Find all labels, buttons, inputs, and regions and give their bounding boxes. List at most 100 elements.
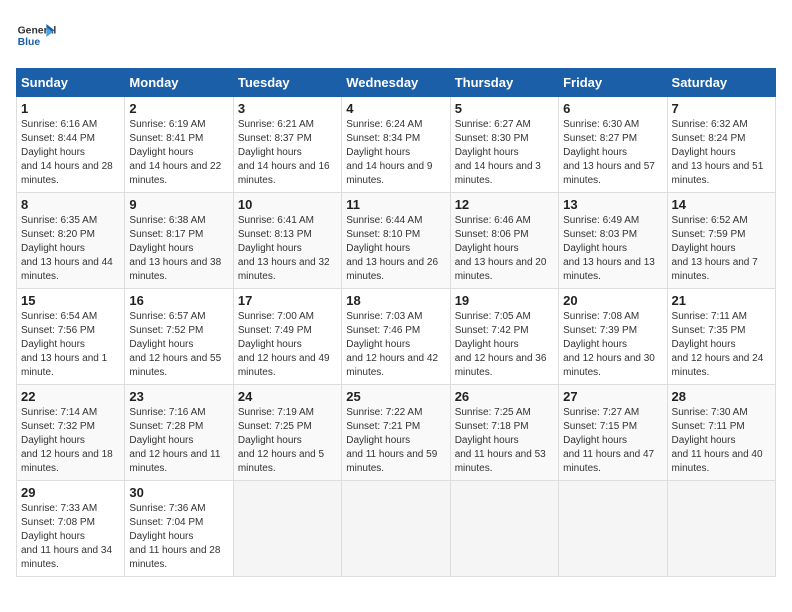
col-header-thursday: Thursday xyxy=(450,69,558,97)
day-info: Sunrise: 6:54 AMSunset: 7:56 PMDaylight … xyxy=(21,310,120,380)
day-number: 23 xyxy=(129,389,228,404)
day-number: 26 xyxy=(455,389,554,404)
day-number: 22 xyxy=(21,389,120,404)
calendar-cell: 25 Sunrise: 7:22 AMSunset: 7:21 PMDaylig… xyxy=(342,385,450,481)
day-number: 1 xyxy=(21,101,120,116)
col-header-sunday: Sunday xyxy=(17,69,125,97)
calendar-cell: 21 Sunrise: 7:11 AMSunset: 7:35 PMDaylig… xyxy=(667,289,775,385)
day-number: 19 xyxy=(455,293,554,308)
calendar-cell: 27 Sunrise: 7:27 AMSunset: 7:15 PMDaylig… xyxy=(559,385,667,481)
calendar-cell: 20 Sunrise: 7:08 AMSunset: 7:39 PMDaylig… xyxy=(559,289,667,385)
day-number: 27 xyxy=(563,389,662,404)
day-info: Sunrise: 7:19 AMSunset: 7:25 PMDaylight … xyxy=(238,406,337,476)
day-number: 5 xyxy=(455,101,554,116)
calendar-cell: 6 Sunrise: 6:30 AMSunset: 8:27 PMDayligh… xyxy=(559,97,667,193)
day-info: Sunrise: 7:00 AMSunset: 7:49 PMDaylight … xyxy=(238,310,337,380)
logo: General Blue xyxy=(16,16,60,56)
calendar-cell: 9 Sunrise: 6:38 AMSunset: 8:17 PMDayligh… xyxy=(125,193,233,289)
day-info: Sunrise: 7:30 AMSunset: 7:11 PMDaylight … xyxy=(672,406,771,476)
day-info: Sunrise: 7:25 AMSunset: 7:18 PMDaylight … xyxy=(455,406,554,476)
calendar-cell: 28 Sunrise: 7:30 AMSunset: 7:11 PMDaylig… xyxy=(667,385,775,481)
day-info: Sunrise: 6:49 AMSunset: 8:03 PMDaylight … xyxy=(563,214,662,284)
calendar-cell: 13 Sunrise: 6:49 AMSunset: 8:03 PMDaylig… xyxy=(559,193,667,289)
day-info: Sunrise: 6:27 AMSunset: 8:30 PMDaylight … xyxy=(455,118,554,188)
calendar-cell: 8 Sunrise: 6:35 AMSunset: 8:20 PMDayligh… xyxy=(17,193,125,289)
day-info: Sunrise: 6:24 AMSunset: 8:34 PMDaylight … xyxy=(346,118,445,188)
calendar-cell xyxy=(667,481,775,577)
calendar-cell: 7 Sunrise: 6:32 AMSunset: 8:24 PMDayligh… xyxy=(667,97,775,193)
day-info: Sunrise: 6:52 AMSunset: 7:59 PMDaylight … xyxy=(672,214,771,284)
day-number: 25 xyxy=(346,389,445,404)
day-number: 3 xyxy=(238,101,337,116)
day-number: 11 xyxy=(346,197,445,212)
calendar-cell xyxy=(342,481,450,577)
calendar-cell: 10 Sunrise: 6:41 AMSunset: 8:13 PMDaylig… xyxy=(233,193,341,289)
calendar-cell: 12 Sunrise: 6:46 AMSunset: 8:06 PMDaylig… xyxy=(450,193,558,289)
day-info: Sunrise: 6:38 AMSunset: 8:17 PMDaylight … xyxy=(129,214,228,284)
day-info: Sunrise: 7:27 AMSunset: 7:15 PMDaylight … xyxy=(563,406,662,476)
day-number: 13 xyxy=(563,197,662,212)
day-number: 20 xyxy=(563,293,662,308)
calendar-cell: 17 Sunrise: 7:00 AMSunset: 7:49 PMDaylig… xyxy=(233,289,341,385)
calendar-cell: 14 Sunrise: 6:52 AMSunset: 7:59 PMDaylig… xyxy=(667,193,775,289)
day-info: Sunrise: 6:46 AMSunset: 8:06 PMDaylight … xyxy=(455,214,554,284)
day-info: Sunrise: 7:05 AMSunset: 7:42 PMDaylight … xyxy=(455,310,554,380)
day-number: 18 xyxy=(346,293,445,308)
day-number: 29 xyxy=(21,485,120,500)
day-number: 10 xyxy=(238,197,337,212)
day-info: Sunrise: 7:03 AMSunset: 7:46 PMDaylight … xyxy=(346,310,445,380)
day-number: 4 xyxy=(346,101,445,116)
calendar-cell xyxy=(450,481,558,577)
day-number: 30 xyxy=(129,485,228,500)
day-info: Sunrise: 6:21 AMSunset: 8:37 PMDaylight … xyxy=(238,118,337,188)
calendar-cell: 23 Sunrise: 7:16 AMSunset: 7:28 PMDaylig… xyxy=(125,385,233,481)
day-info: Sunrise: 6:32 AMSunset: 8:24 PMDaylight … xyxy=(672,118,771,188)
week-row-4: 22 Sunrise: 7:14 AMSunset: 7:32 PMDaylig… xyxy=(17,385,776,481)
calendar-cell: 18 Sunrise: 7:03 AMSunset: 7:46 PMDaylig… xyxy=(342,289,450,385)
week-row-2: 8 Sunrise: 6:35 AMSunset: 8:20 PMDayligh… xyxy=(17,193,776,289)
day-number: 2 xyxy=(129,101,228,116)
calendar-cell: 22 Sunrise: 7:14 AMSunset: 7:32 PMDaylig… xyxy=(17,385,125,481)
calendar-header: SundayMondayTuesdayWednesdayThursdayFrid… xyxy=(17,69,776,97)
day-number: 21 xyxy=(672,293,771,308)
day-number: 16 xyxy=(129,293,228,308)
day-number: 7 xyxy=(672,101,771,116)
calendar-cell: 1 Sunrise: 6:16 AMSunset: 8:44 PMDayligh… xyxy=(17,97,125,193)
day-info: Sunrise: 7:16 AMSunset: 7:28 PMDaylight … xyxy=(129,406,228,476)
calendar-cell: 26 Sunrise: 7:25 AMSunset: 7:18 PMDaylig… xyxy=(450,385,558,481)
day-info: Sunrise: 6:30 AMSunset: 8:27 PMDaylight … xyxy=(563,118,662,188)
calendar-cell: 5 Sunrise: 6:27 AMSunset: 8:30 PMDayligh… xyxy=(450,97,558,193)
day-number: 24 xyxy=(238,389,337,404)
col-header-tuesday: Tuesday xyxy=(233,69,341,97)
day-number: 8 xyxy=(21,197,120,212)
calendar-cell xyxy=(233,481,341,577)
day-info: Sunrise: 7:11 AMSunset: 7:35 PMDaylight … xyxy=(672,310,771,380)
calendar-body: 1 Sunrise: 6:16 AMSunset: 8:44 PMDayligh… xyxy=(17,97,776,577)
day-info: Sunrise: 7:22 AMSunset: 7:21 PMDaylight … xyxy=(346,406,445,476)
col-header-monday: Monday xyxy=(125,69,233,97)
calendar-cell: 15 Sunrise: 6:54 AMSunset: 7:56 PMDaylig… xyxy=(17,289,125,385)
calendar-table: SundayMondayTuesdayWednesdayThursdayFrid… xyxy=(16,68,776,577)
day-info: Sunrise: 6:19 AMSunset: 8:41 PMDaylight … xyxy=(129,118,228,188)
calendar-cell: 11 Sunrise: 6:44 AMSunset: 8:10 PMDaylig… xyxy=(342,193,450,289)
day-info: Sunrise: 6:16 AMSunset: 8:44 PMDaylight … xyxy=(21,118,120,188)
col-header-wednesday: Wednesday xyxy=(342,69,450,97)
svg-text:Blue: Blue xyxy=(18,37,41,48)
header-row: SundayMondayTuesdayWednesdayThursdayFrid… xyxy=(17,69,776,97)
calendar-cell: 3 Sunrise: 6:21 AMSunset: 8:37 PMDayligh… xyxy=(233,97,341,193)
day-info: Sunrise: 6:57 AMSunset: 7:52 PMDaylight … xyxy=(129,310,228,380)
day-number: 28 xyxy=(672,389,771,404)
day-number: 9 xyxy=(129,197,228,212)
calendar-cell: 29 Sunrise: 7:33 AMSunset: 7:08 PMDaylig… xyxy=(17,481,125,577)
day-number: 6 xyxy=(563,101,662,116)
day-info: Sunrise: 6:41 AMSunset: 8:13 PMDaylight … xyxy=(238,214,337,284)
day-info: Sunrise: 7:33 AMSunset: 7:08 PMDaylight … xyxy=(21,502,120,572)
day-info: Sunrise: 6:44 AMSunset: 8:10 PMDaylight … xyxy=(346,214,445,284)
calendar-cell: 30 Sunrise: 7:36 AMSunset: 7:04 PMDaylig… xyxy=(125,481,233,577)
day-info: Sunrise: 7:08 AMSunset: 7:39 PMDaylight … xyxy=(563,310,662,380)
col-header-saturday: Saturday xyxy=(667,69,775,97)
calendar-cell: 24 Sunrise: 7:19 AMSunset: 7:25 PMDaylig… xyxy=(233,385,341,481)
day-number: 17 xyxy=(238,293,337,308)
calendar-cell: 2 Sunrise: 6:19 AMSunset: 8:41 PMDayligh… xyxy=(125,97,233,193)
day-info: Sunrise: 7:36 AMSunset: 7:04 PMDaylight … xyxy=(129,502,228,572)
